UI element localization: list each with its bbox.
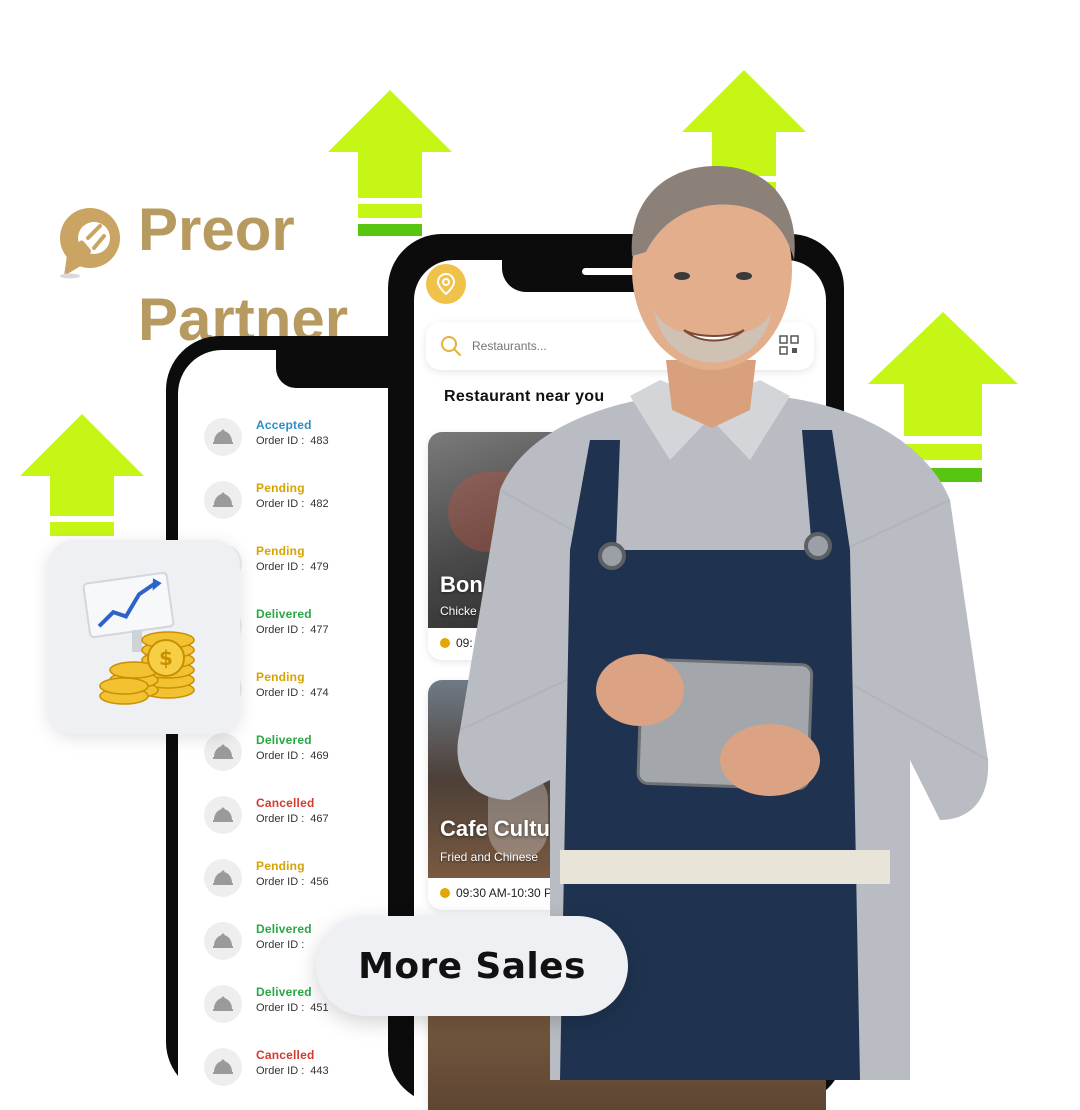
cloche-icon (204, 859, 242, 897)
order-status: Cancelled (256, 796, 315, 810)
brand-logo (54, 204, 124, 280)
cloche-icon (204, 733, 242, 771)
brand-line-1: Preor (138, 196, 295, 263)
more-sales-label: More Sales (358, 945, 586, 987)
order-status: Cancelled (256, 1048, 315, 1062)
order-status: Delivered (256, 733, 312, 747)
order-status: Delivered (256, 985, 312, 999)
order-status: Pending (256, 859, 305, 873)
cloche-icon (204, 922, 242, 960)
order-status: Pending (256, 670, 305, 684)
cloche-icon (204, 985, 242, 1023)
svg-text:$: $ (159, 646, 173, 670)
order-status: Delivered (256, 607, 312, 621)
more-sales-badge: More Sales (316, 916, 628, 1016)
cloche-icon (204, 481, 242, 519)
order-id: Order ID :483 (256, 435, 329, 447)
order-id: Order ID :479 (256, 561, 329, 573)
order-id: Order ID :482 (256, 498, 329, 510)
order-status: Pending (256, 544, 305, 558)
order-status: Pending (256, 481, 305, 495)
order-id: Order ID :469 (256, 750, 329, 762)
cloche-icon (204, 796, 242, 834)
revenue-chart-coins-icon: $ (82, 571, 195, 705)
revenue-growth-card: $ (48, 540, 240, 734)
order-status: Accepted (256, 418, 312, 432)
order-id: Order ID :467 (256, 813, 329, 825)
order-id: Order ID :474 (256, 687, 329, 699)
cloche-icon (204, 418, 242, 456)
growth-arrow-icon (20, 414, 144, 544)
order-id: Order ID :456 (256, 876, 329, 888)
order-id: Order ID :451 (256, 1002, 329, 1014)
order-id: Order ID : (256, 939, 305, 951)
order-id: Order ID :477 (256, 624, 329, 636)
brand-name: Preor Partner (138, 200, 348, 350)
cloche-icon (204, 1048, 242, 1086)
order-id: Order ID :443 (256, 1065, 329, 1077)
order-status: Delivered (256, 922, 312, 936)
preor-logo-icon (60, 208, 120, 279)
